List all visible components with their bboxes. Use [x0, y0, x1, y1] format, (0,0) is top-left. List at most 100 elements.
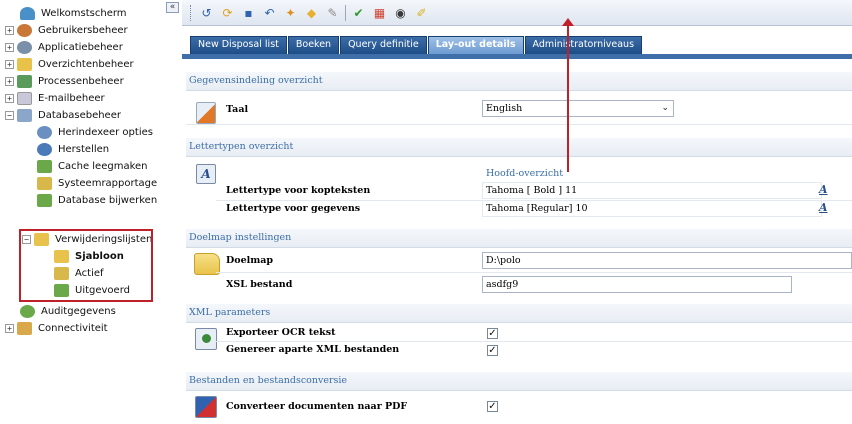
- welcome-icon: [20, 7, 35, 20]
- process-icon: [17, 75, 32, 88]
- language-label: Taal: [226, 104, 249, 115]
- pencil-icon[interactable]: ✐: [413, 4, 430, 21]
- reindex-icon: [37, 126, 52, 139]
- sidebar-item-template[interactable]: Sjabloon: [54, 248, 124, 265]
- sidebar-item-database[interactable]: − Databasebeheer: [5, 107, 121, 124]
- expand-icon[interactable]: +: [5, 77, 14, 86]
- undo-icon[interactable]: ↶: [261, 4, 278, 21]
- sidebar-item-active[interactable]: Actief: [54, 265, 104, 282]
- language-icon: [196, 102, 216, 124]
- divider: [216, 272, 852, 273]
- search-icon[interactable]: ✦: [282, 4, 299, 21]
- font-column-header: Hoofd-overzicht: [486, 168, 564, 179]
- divider: [186, 124, 852, 125]
- tag-icon[interactable]: ◆: [303, 4, 320, 21]
- font-icon: A: [196, 164, 216, 184]
- tab-bar: New Disposal list Boeken Query definitie…: [190, 36, 643, 54]
- restore-icon: [37, 143, 52, 156]
- section-xml-heading: XML parameters: [186, 304, 852, 323]
- refresh-icon[interactable]: ⟳: [219, 4, 236, 21]
- back-icon[interactable]: ↺: [198, 4, 215, 21]
- expand-icon[interactable]: +: [5, 94, 14, 103]
- expand-icon[interactable]: +: [5, 43, 14, 52]
- save-icon[interactable]: ▪: [240, 4, 257, 21]
- section-fonts-heading: Lettertypen overzicht: [186, 138, 852, 157]
- sidebar-item-executed[interactable]: Uitgevoerd: [54, 282, 130, 299]
- language-select[interactable]: English ⌄: [482, 100, 674, 117]
- chevron-down-icon[interactable]: ⌄: [661, 101, 669, 116]
- xsl-file-input[interactable]: asdfg9: [482, 276, 792, 293]
- report-icon: [37, 177, 52, 190]
- sidebar-item-email[interactable]: + E-mailbeheer: [5, 90, 105, 107]
- active-icon: [54, 267, 69, 280]
- sidebar-item-clear-cache[interactable]: Cache leegmaken: [37, 158, 148, 175]
- email-icon: [17, 92, 32, 105]
- sidebar-item-audit[interactable]: Auditgegevens: [20, 303, 116, 320]
- preview-icon[interactable]: ◉: [392, 4, 409, 21]
- done-icon: [54, 284, 69, 297]
- template-icon: [54, 250, 69, 263]
- toolbar-grip[interactable]: [190, 4, 193, 21]
- folder-icon: [17, 58, 32, 71]
- section-target-heading: Doelmap instellingen: [186, 229, 852, 248]
- layout-details-panel: Gegevensindeling overzicht Taal English …: [186, 64, 852, 424]
- data-font-label: Lettertype voor gegevens: [226, 203, 361, 214]
- tab-new-disposal-list[interactable]: New Disposal list: [190, 36, 287, 54]
- data-font-field[interactable]: Tahoma [Regular] 10: [482, 200, 822, 217]
- tab-layout-details[interactable]: Lay-out details: [427, 36, 524, 54]
- folder-icon: [34, 233, 49, 246]
- collapse-sidebar-button[interactable]: «: [166, 2, 179, 13]
- separate-xml-label: Genereer aparte XML bestanden: [226, 344, 400, 355]
- sidebar-item-processes[interactable]: + Processenbeheer: [5, 73, 124, 90]
- collapse-icon[interactable]: −: [22, 235, 31, 244]
- sidebar-item-users[interactable]: + Gebruikersbeheer: [5, 22, 128, 39]
- sidebar-item-update-database[interactable]: Database bijwerken: [37, 192, 157, 209]
- toolbar: ↺ ⟳ ▪ ↶ ✦ ◆ ✎ ✔ ▦ ◉ ✐: [182, 0, 852, 26]
- convert-pdf-checkbox[interactable]: ✓: [487, 401, 498, 412]
- xml-icon: [195, 328, 217, 350]
- export-ocr-checkbox[interactable]: ✓: [487, 328, 498, 339]
- application-icon: [17, 41, 32, 54]
- header-font-label: Lettertype voor kopteksten: [226, 185, 371, 196]
- divider: [216, 341, 852, 342]
- separate-xml-checkbox[interactable]: ✓: [487, 345, 498, 356]
- xml-icon-dot: [202, 334, 211, 343]
- collapse-icon[interactable]: −: [5, 111, 14, 120]
- sidebar-item-system-report[interactable]: Systeemrapportage: [37, 175, 157, 192]
- database-icon: [17, 109, 32, 122]
- sidebar-item-overviews[interactable]: + Overzichtenbeheer: [5, 56, 134, 73]
- tab-query-definition[interactable]: Query definitie: [340, 36, 427, 54]
- expand-icon[interactable]: +: [5, 26, 14, 35]
- annotation-arrow: [567, 22, 569, 172]
- tab-books[interactable]: Boeken: [287, 36, 340, 54]
- expand-icon[interactable]: +: [5, 60, 14, 69]
- target-folder-input[interactable]: D:\polo: [482, 252, 852, 269]
- toolbar-separator: [345, 4, 346, 21]
- convert-pdf-label: Converteer documenten naar PDF: [226, 401, 408, 412]
- expand-icon[interactable]: +: [5, 324, 14, 333]
- sidebar-item-disposal-lists[interactable]: − Verwijderingslijsten: [22, 231, 152, 248]
- sidebar-item-applications[interactable]: + Applicatiebeheer: [5, 39, 123, 56]
- sidebar-item-connectivity[interactable]: + Connectiviteit: [5, 320, 108, 337]
- xsl-file-label: XSL bestand: [226, 279, 293, 290]
- sidebar-item-restore[interactable]: Herstellen: [37, 141, 109, 158]
- sidebar-item-welcome[interactable]: Welkomstscherm: [20, 5, 127, 22]
- export-ocr-label: Exporteer OCR tekst: [226, 327, 336, 338]
- language-select-value: English: [486, 103, 523, 114]
- connectivity-icon: [17, 322, 32, 335]
- font-picker-icon[interactable]: A: [819, 201, 828, 214]
- layout-icon[interactable]: ▦: [371, 4, 388, 21]
- tab-administrator-levels[interactable]: Administratorniveaus: [524, 36, 643, 54]
- users-icon: [17, 24, 32, 37]
- header-font-field[interactable]: Tahoma [ Bold ] 11: [482, 182, 822, 199]
- tab-underline: [182, 54, 852, 59]
- check-icon[interactable]: ✔: [350, 4, 367, 21]
- pdf-convert-icon: [195, 396, 217, 418]
- font-picker-icon[interactable]: A: [819, 183, 828, 196]
- sidebar-item-reindex[interactable]: Herindexeer opties: [37, 124, 153, 141]
- section-conversion-heading: Bestanden en bestandsconversie: [186, 372, 852, 391]
- main-content: ↺ ⟳ ▪ ↶ ✦ ◆ ✎ ✔ ▦ ◉ ✐ New Disposal list …: [182, 0, 852, 424]
- navigation-sidebar: « Welkomstscherm + Gebruikersbeheer + Ap…: [0, 0, 180, 424]
- edit-icon[interactable]: ✎: [324, 4, 341, 21]
- cache-icon: [37, 160, 52, 173]
